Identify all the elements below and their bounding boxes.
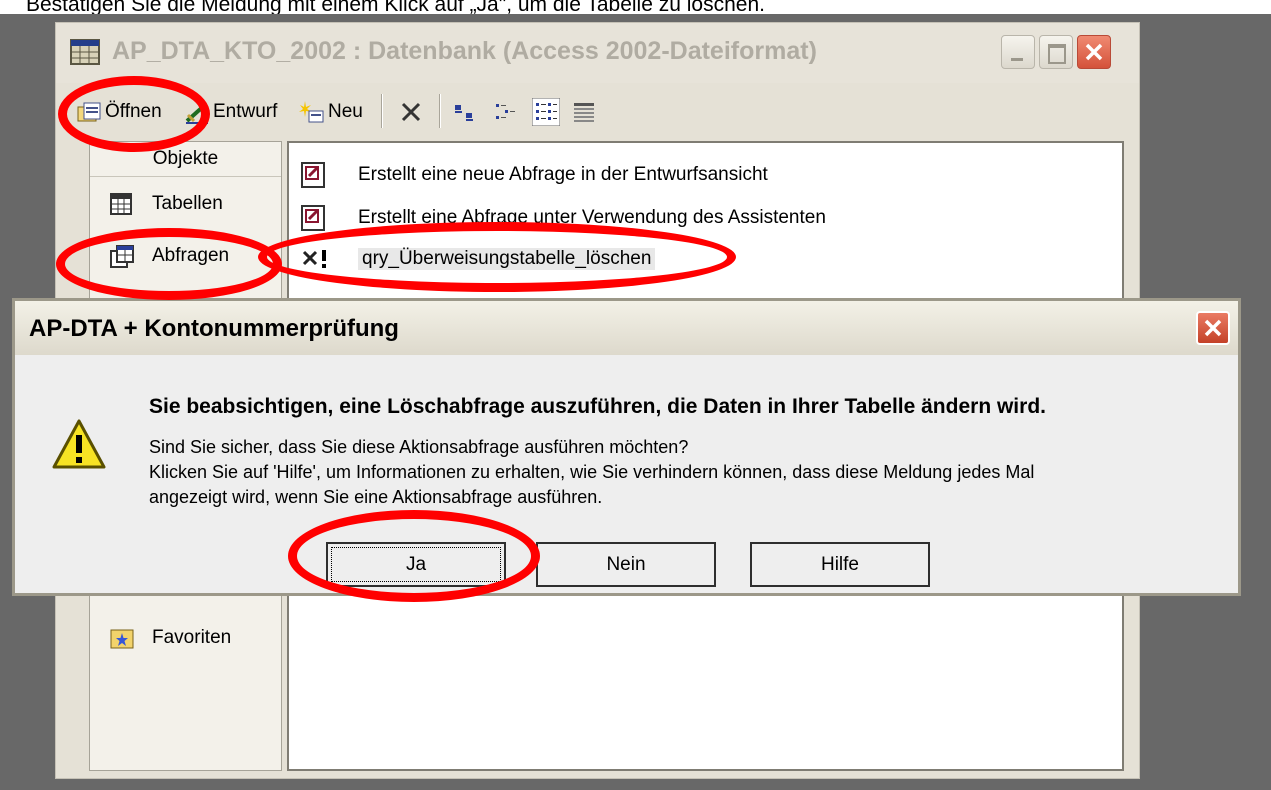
database-icon (70, 39, 100, 65)
objects-item-tables[interactable]: Tabellen (90, 184, 281, 224)
close-button[interactable] (1077, 35, 1111, 69)
database-window-titlebar: AP_DTA_KTO_2002 : Datenbank (Access 2002… (56, 23, 1139, 83)
list-view-icon (532, 98, 560, 126)
list-item[interactable]: Erstellt eine neue Abfrage in der Entwur… (289, 158, 768, 192)
confirm-dialog: AP-DTA + Kontonummerprüfung Sie beabsich… (12, 298, 1241, 596)
warning-icon (52, 419, 106, 469)
dialog-close-button[interactable] (1196, 311, 1230, 345)
toolbar-separator (439, 94, 441, 128)
annotation-highlight-open (58, 76, 210, 152)
favorites-icon (110, 627, 134, 649)
close-icon (1085, 43, 1103, 61)
dialog-message-line: Sind Sie sicher, dass Sie diese Aktionsa… (149, 437, 689, 457)
annotation-highlight-query-item (258, 222, 736, 292)
no-button[interactable]: Nein (536, 542, 716, 587)
objects-item-favorites[interactable]: Favoriten (90, 618, 281, 658)
list-view-button[interactable] (532, 98, 560, 126)
database-toolbar: Öffnen Entwurf Neu (56, 86, 1139, 136)
details-view-button[interactable] (571, 98, 597, 126)
large-icons-button[interactable] (452, 98, 478, 126)
details-view-icon (574, 103, 594, 122)
dialog-body: Sie beabsichtigen, eine Löschabfrage aus… (15, 355, 1238, 593)
new-icon (299, 99, 325, 125)
wizard-icon (301, 162, 325, 188)
database-window-title: AP_DTA_KTO_2002 : Datenbank (Access 2002… (112, 37, 817, 65)
large-icons-icon (455, 105, 473, 121)
delete-button[interactable] (398, 98, 424, 126)
dialog-message: Sind Sie sicher, dass Sie diese Aktionsa… (149, 435, 1034, 510)
list-item-label: Erstellt eine neue Abfrage in der Entwur… (358, 164, 768, 185)
maximize-button[interactable] (1039, 35, 1073, 69)
dialog-message-line: Klicken Sie auf 'Hilfe', um Informatione… (149, 462, 1035, 482)
small-icons-button[interactable] (493, 98, 519, 126)
dialog-headline: Sie beabsichtigen, eine Löschabfrage aus… (149, 395, 1046, 418)
dialog-title: AP-DTA + Kontonummerprüfung (29, 315, 399, 342)
toolbar-separator (381, 94, 383, 128)
annotation-highlight-queries (56, 228, 282, 300)
annotation-highlight-yes (288, 510, 540, 602)
close-icon (1204, 319, 1222, 337)
table-icon (110, 193, 132, 215)
objects-item-label: Favoriten (152, 627, 232, 648)
delete-icon (401, 102, 421, 122)
objects-item-label: Tabellen (152, 193, 223, 214)
design-label: Entwurf (213, 101, 278, 122)
minimize-button[interactable] (1001, 35, 1035, 69)
new-label: Neu (328, 101, 363, 122)
help-button[interactable]: Hilfe (750, 542, 930, 587)
dialog-message-line: angezeigt wird, wenn Sie eine Aktionsabf… (149, 487, 603, 507)
wizard-icon (301, 205, 325, 231)
small-icons-icon (496, 104, 515, 119)
dialog-titlebar: AP-DTA + Kontonummerprüfung (15, 301, 1238, 355)
new-button[interactable]: Neu (299, 98, 363, 126)
